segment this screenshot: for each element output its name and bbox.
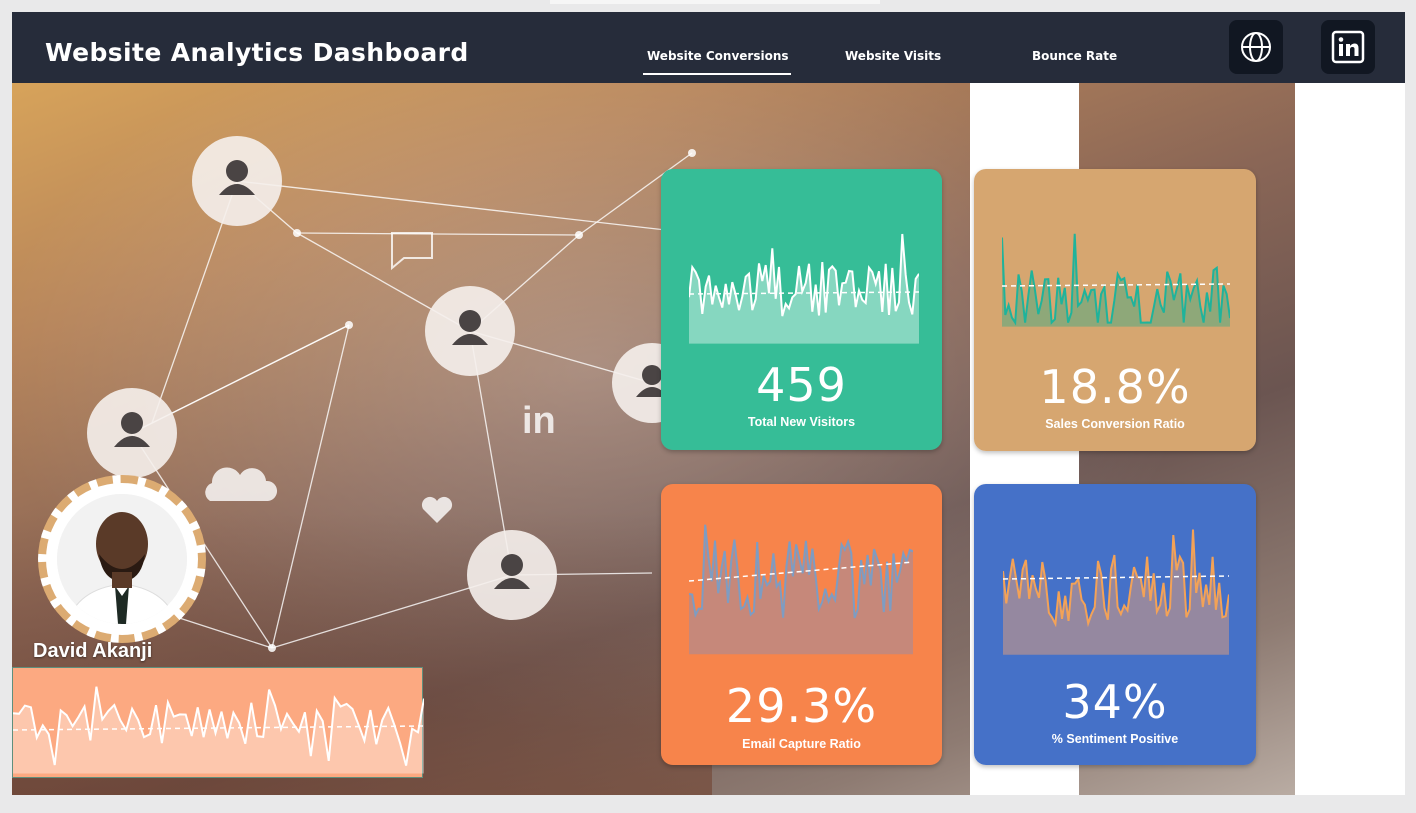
sparkline-chart <box>1002 233 1230 327</box>
linkedin-icon <box>1331 30 1365 64</box>
sparkline-area <box>689 524 913 655</box>
active-tab-indicator <box>643 73 791 75</box>
page-title: Website Analytics Dashboard <box>45 38 469 67</box>
kpi-value: 34% <box>1062 675 1168 729</box>
sparkline-area <box>13 686 424 774</box>
kpi-value: 29.3% <box>725 679 878 733</box>
top-shade <box>550 0 880 4</box>
sparkline-chart <box>689 524 913 655</box>
kpi-value: 459 <box>756 358 847 412</box>
svg-text:in: in <box>522 400 556 442</box>
kpi-label: Total New Visitors <box>747 415 856 429</box>
report-canvas: in Website Analytics Dashboard Website C… <box>12 12 1405 795</box>
globe-button[interactable] <box>1229 20 1283 74</box>
tab-website-conversions[interactable]: Website Conversions <box>647 49 789 63</box>
card-email-capture-ratio[interactable]: 29.3% Email Capture Ratio <box>661 484 942 765</box>
avatar-ring <box>38 475 206 643</box>
card-sentiment-positive[interactable]: 34% % Sentiment Positive <box>974 484 1256 765</box>
kpi-value: 18.8% <box>1039 360 1191 414</box>
card-total-new-visitors[interactable]: 459 Total New Visitors <box>661 169 942 450</box>
sparkline-chart <box>1003 529 1229 655</box>
kpi-label: Email Capture Ratio <box>742 737 861 751</box>
globe-icon <box>1241 32 1271 62</box>
mini-sparkline <box>13 686 424 774</box>
blank-strip-right <box>1295 83 1405 795</box>
tab-website-visits[interactable]: Website Visits <box>845 49 941 63</box>
profile-name: David Akanji <box>33 640 153 662</box>
profile-photo <box>57 494 187 624</box>
avatar <box>57 494 187 624</box>
tab-bounce-rate[interactable]: Bounce Rate <box>1032 49 1117 63</box>
sparkline-chart <box>689 233 919 344</box>
mini-trend-chart <box>12 667 424 778</box>
kpi-label: % Sentiment Positive <box>1051 732 1179 746</box>
card-sales-conversion-ratio[interactable]: 18.8% Sales Conversion Ratio <box>974 169 1256 451</box>
linkedin-button[interactable] <box>1321 20 1375 74</box>
kpi-label: Sales Conversion Ratio <box>1045 417 1185 431</box>
header-bar: Website Analytics Dashboard Website Conv… <box>12 12 1405 83</box>
